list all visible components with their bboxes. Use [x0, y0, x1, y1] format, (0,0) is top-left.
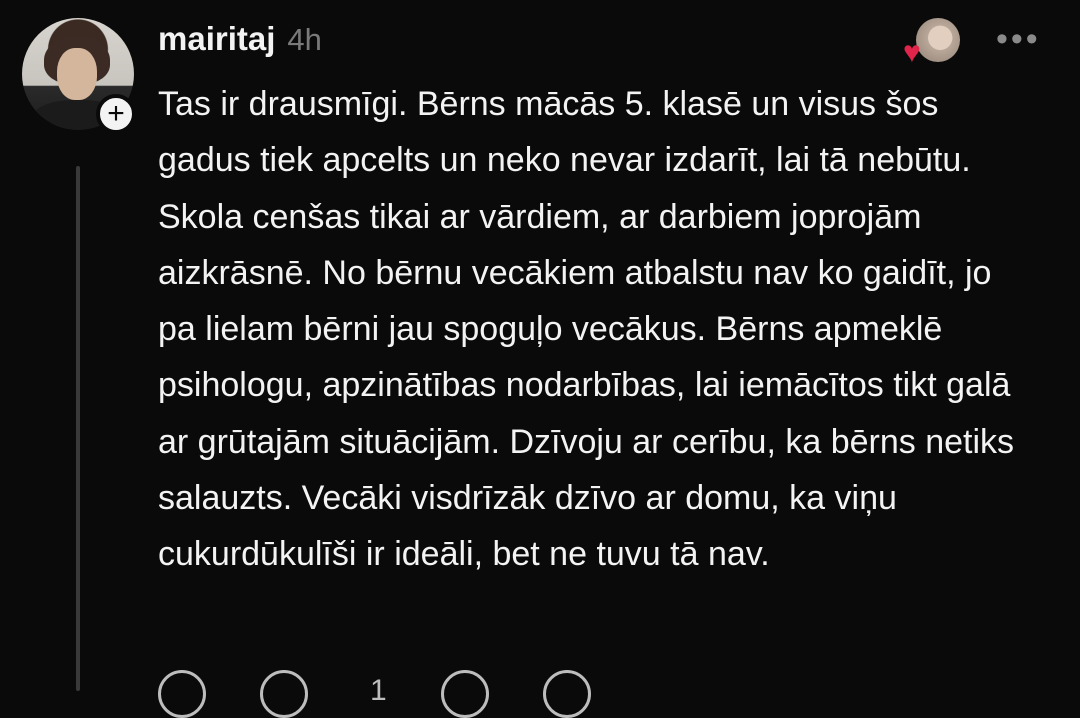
author-avatar[interactable]: +	[22, 18, 136, 134]
post-text: Tas ir drausmīgi. Bērns mācās 5. klasē u…	[158, 85, 1015, 574]
post-header: mairitaj 4h	[158, 20, 322, 58]
plus-icon: +	[107, 97, 125, 130]
post-time: 4h	[287, 22, 322, 57]
reply-count: 1	[370, 674, 387, 707]
avatar-face	[57, 48, 97, 100]
comment-icon[interactable]	[260, 670, 308, 718]
heart-icon: ♥	[903, 36, 921, 69]
like-icon[interactable]	[158, 670, 206, 718]
follow-button[interactable]: +	[96, 94, 136, 134]
share-icon[interactable]	[542, 670, 591, 718]
username[interactable]: mairitaj	[158, 20, 275, 58]
thread-line	[76, 166, 80, 691]
repost-icon[interactable]	[440, 670, 489, 718]
action-bar: 1	[158, 670, 591, 718]
more-icon[interactable]: •••	[996, 20, 1041, 59]
